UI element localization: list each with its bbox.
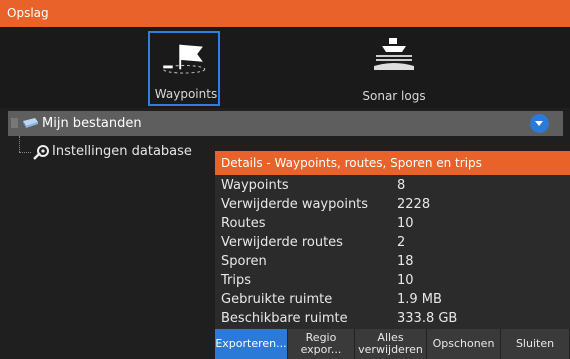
detail-key: Beschikbare ruimte — [221, 311, 348, 326]
details-dialog-title: Details - Waypoints, routes, Sporen en t… — [221, 156, 482, 170]
detail-row: Verwijderde waypoints 2228 — [215, 195, 570, 214]
chevron-down-icon[interactable] — [530, 114, 549, 133]
details-dialog: Details - Waypoints, routes, Sporen en t… — [215, 151, 570, 359]
waypoints-label: Waypoints — [154, 87, 218, 101]
detail-value: 10 — [397, 216, 414, 231]
detail-key: Sporen — [221, 254, 267, 269]
detail-row: Waypoints 8 — [215, 176, 570, 195]
detail-key: Waypoints — [221, 178, 289, 193]
my-files-label: Mijn bestanden — [42, 116, 142, 131]
detail-row: Sporen 18 — [215, 252, 570, 271]
detail-row: Beschikbare ruimte 333.8 GB — [215, 309, 570, 328]
storage-window: Opslag Waypoints Sonar logs Mijn bestand… — [0, 0, 570, 359]
detail-row: Trips 10 — [215, 271, 570, 290]
detail-value: 2 — [397, 235, 406, 250]
tree-connector — [19, 136, 21, 152]
detail-key: Gebruikte ruimte — [221, 292, 333, 307]
detail-value: 333.8 GB — [397, 311, 458, 326]
dialog-action-bar: Exporteren... Regio expor... Alles verwi… — [215, 329, 570, 359]
my-files-row[interactable]: Mijn bestanden — [8, 111, 563, 136]
detail-row: Gebruikte ruimte 1.9 MB — [215, 290, 570, 309]
detail-key: Verwijderde routes — [221, 235, 343, 250]
delete-all-button[interactable]: Alles verwijderen — [355, 329, 427, 359]
settings-tools-icon — [33, 145, 49, 160]
detail-key: Verwijderde waypoints — [221, 197, 369, 212]
detail-key: Routes — [221, 216, 266, 231]
database-settings-item[interactable]: Instellingen database — [32, 144, 192, 164]
detail-value: 18 — [397, 254, 414, 269]
detail-value: 10 — [397, 273, 414, 288]
waypoint-flag-icon — [162, 44, 206, 74]
detail-value: 8 — [397, 178, 406, 193]
detail-row: Verwijderde routes 2 — [215, 233, 570, 252]
details-list: Waypoints 8 Verwijderde waypoints 2228 Rou… — [215, 176, 570, 328]
detail-value: 2228 — [397, 197, 431, 212]
window-title: Opslag — [7, 6, 49, 20]
tree-connector — [19, 152, 31, 154]
sonar-logs-label: Sonar logs — [362, 89, 426, 103]
waypoints-tile[interactable]: Waypoints — [148, 31, 220, 106]
disk-icon — [23, 118, 38, 128]
expand-arrow-icon[interactable] — [11, 118, 18, 128]
clean-up-button[interactable]: Opschonen — [427, 329, 501, 359]
region-export-button[interactable]: Regio expor... — [288, 329, 355, 359]
detail-row: Routes 10 — [215, 214, 570, 233]
close-button[interactable]: Sluiten — [501, 329, 570, 359]
category-tiles: Waypoints Sonar logs — [0, 27, 570, 108]
detail-key: Trips — [221, 273, 252, 288]
export-button[interactable]: Exporteren... — [215, 329, 288, 359]
database-settings-label: Instellingen database — [52, 144, 192, 159]
detail-value: 1.9 MB — [397, 292, 442, 307]
sonar-logs-tile[interactable]: Sonar logs — [358, 31, 430, 106]
sonar-boat-icon — [374, 38, 414, 70]
details-dialog-header: Details - Waypoints, routes, Sporen en t… — [215, 151, 570, 175]
title-bar: Opslag — [0, 0, 570, 27]
